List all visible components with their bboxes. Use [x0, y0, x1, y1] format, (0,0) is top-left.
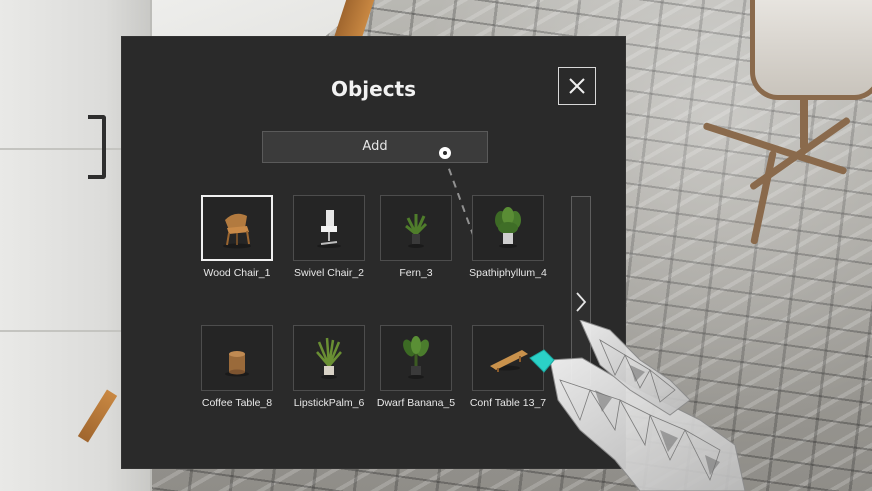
spathiphyllum-icon	[495, 207, 521, 248]
object-label: Spathiphyllum_4	[469, 267, 547, 279]
object-label: Dwarf Banana_5	[376, 397, 456, 409]
hand-pointer	[529, 320, 746, 491]
object-label: Fern_3	[399, 267, 433, 279]
object-label: Coffee Table_8	[201, 397, 273, 409]
object-tile-fern[interactable]: Fern_3	[370, 195, 462, 279]
object-label: LipstickPalm_6	[293, 397, 365, 409]
chair-leg	[800, 95, 808, 150]
fern-icon	[405, 214, 428, 248]
coffee-table-icon	[225, 351, 249, 377]
cabinet-handle	[88, 115, 106, 179]
object-tile-wood-chair[interactable]: Wood Chair_1	[191, 195, 283, 279]
object-thumbnail	[201, 195, 273, 261]
fingertip-highlight	[529, 349, 555, 373]
object-label: Wood Chair_1	[203, 267, 271, 279]
chevron-right-icon	[576, 292, 587, 312]
object-thumbnail	[293, 195, 365, 261]
object-tile-lipstick-palm[interactable]: LipstickPalm_6	[283, 325, 375, 409]
object-thumbnail	[380, 195, 452, 261]
wood-chair-icon	[223, 213, 251, 249]
dwarf-banana-icon	[403, 336, 429, 379]
lipstick-palm-icon	[316, 337, 342, 379]
object-label: Swivel Chair_2	[293, 267, 365, 279]
next-page-button[interactable]	[571, 282, 591, 322]
object-tile-coffee-table[interactable]: Coffee Table_8	[191, 325, 283, 409]
object-thumbnail	[293, 325, 365, 391]
object-thumbnail	[472, 195, 544, 261]
object-tile-spathiphyllum[interactable]: Spathiphyllum_4	[462, 195, 554, 279]
background-chair	[750, 0, 872, 100]
object-tile-swivel-chair[interactable]: Swivel Chair_2	[283, 195, 375, 279]
object-tile-dwarf-banana[interactable]: Dwarf Banana_5	[370, 325, 462, 409]
object-thumbnail	[201, 325, 273, 391]
swivel-chair-icon	[317, 210, 341, 248]
object-thumbnail	[380, 325, 452, 391]
